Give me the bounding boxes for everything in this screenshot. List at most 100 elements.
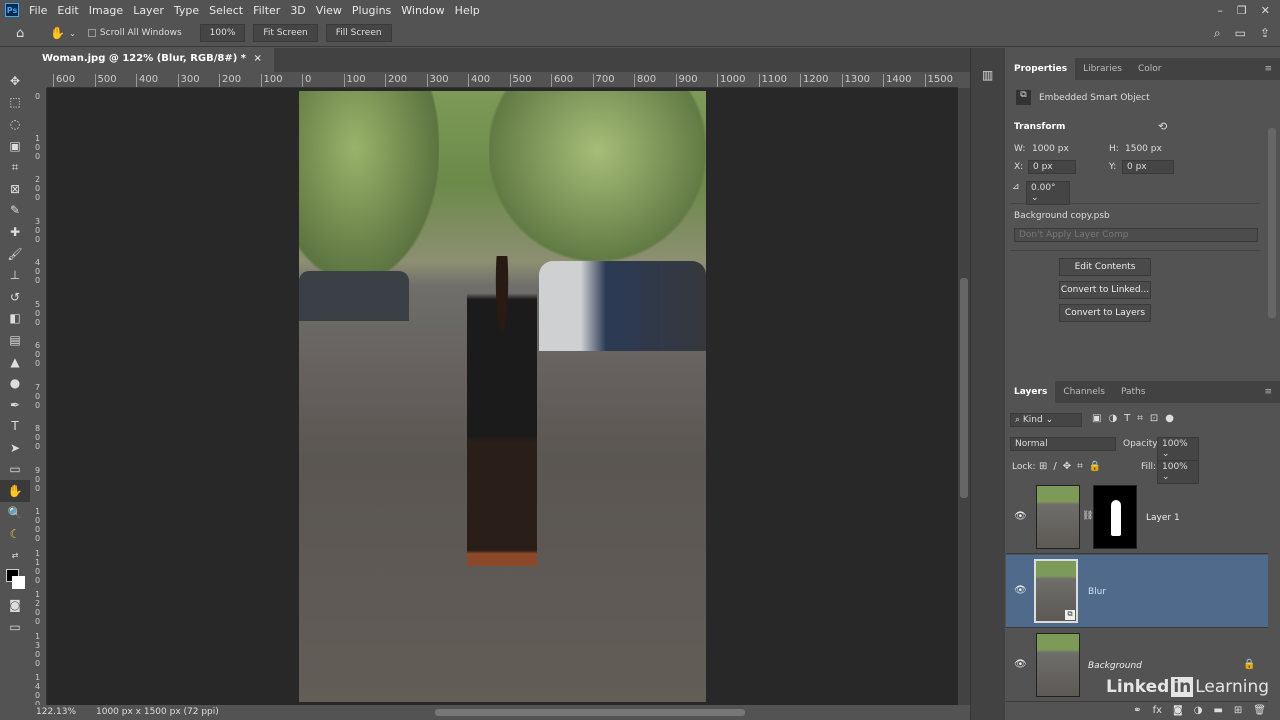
history-brush-icon[interactable]: ↺ <box>0 286 30 308</box>
visibility-eye-icon[interactable]: 👁 <box>1014 659 1027 670</box>
group-folder-icon[interactable]: ▬ <box>1213 705 1222 716</box>
scrollbar-thumb[interactable] <box>960 278 968 498</box>
close-tab-icon[interactable]: × <box>253 53 261 64</box>
banana-icon[interactable]: ☾ <box>0 523 30 545</box>
crop-tool-icon[interactable]: ⌗ <box>0 156 30 178</box>
lock-icons[interactable]: ⊞/✥⌗🔒 <box>1039 461 1107 472</box>
status-doc-info[interactable]: 1000 px x 1500 px (72 ppi) <box>96 707 219 717</box>
path-select-tool-icon[interactable]: ➤ <box>0 437 30 459</box>
minimize-icon[interactable]: – <box>1217 4 1223 17</box>
angle-field[interactable]: 0.00° ⌄ <box>1026 181 1070 205</box>
adjustment-layer-icon[interactable]: ◑ <box>1194 705 1203 716</box>
blur-tool-icon[interactable]: ▲ <box>0 351 30 373</box>
menu-help[interactable]: Help <box>455 4 480 17</box>
color-swatches-icon[interactable] <box>0 567 30 595</box>
blend-mode-select[interactable]: Normal <box>1010 437 1116 451</box>
vertical-scrollbar[interactable] <box>958 88 970 705</box>
tab-layers[interactable]: Layers <box>1006 381 1056 403</box>
opacity-field[interactable]: 100% ⌄ <box>1157 437 1199 461</box>
fill-screen-button[interactable]: Fill Screen <box>325 24 392 42</box>
layer-comp-select[interactable]: Don't Apply Layer Comp <box>1014 228 1258 242</box>
tab-paths[interactable]: Paths <box>1113 381 1153 403</box>
document-image[interactable] <box>299 91 706 702</box>
add-mask-icon[interactable]: ◙ <box>1173 705 1183 716</box>
dodge-tool-icon[interactable]: ● <box>0 372 30 394</box>
menu-image[interactable]: Image <box>89 4 123 17</box>
filter-kind-select[interactable]: ⌕ Kind ⌄ <box>1010 413 1082 427</box>
lasso-tool-icon[interactable]: ◌ <box>0 113 30 135</box>
layer-row-layer-1[interactable]: 👁 ⛓ Layer 1 <box>1006 481 1268 554</box>
edit-contents-button[interactable]: Edit Contents <box>1059 258 1151 276</box>
y-field[interactable]: 0 px <box>1122 160 1174 174</box>
reset-transform-icon[interactable]: ⟲ <box>1158 120 1167 133</box>
history-panel-icon[interactable]: ▥ <box>982 68 993 82</box>
type-tool-icon[interactable]: T <box>0 416 30 438</box>
object-select-tool-icon[interactable]: ▣ <box>0 135 30 157</box>
properties-scrollbar[interactable] <box>1268 128 1276 318</box>
height-value[interactable]: 1500 px <box>1125 144 1162 154</box>
gradient-tool-icon[interactable]: ▤ <box>0 329 30 351</box>
panel-menu-icon[interactable]: ≡ <box>1256 58 1280 80</box>
menu-file[interactable]: File <box>29 4 47 17</box>
brush-tool-icon[interactable]: 🖌 <box>0 243 30 265</box>
menu-layer[interactable]: Layer <box>133 4 164 17</box>
new-layer-icon[interactable]: ⊞ <box>1234 705 1242 716</box>
move-tool-icon[interactable]: ✥ <box>0 70 30 92</box>
hand-tool-icon[interactable]: ✋ <box>50 26 65 40</box>
fx-icon[interactable]: fx <box>1153 705 1162 716</box>
eraser-tool-icon[interactable]: ◧ <box>0 308 30 330</box>
layer-row-blur[interactable]: 👁 ⧉ Blur <box>1006 555 1268 628</box>
visibility-eye-icon[interactable]: 👁 <box>1014 585 1027 596</box>
tab-color[interactable]: Color <box>1130 58 1170 80</box>
layer-mask-thumbnail[interactable] <box>1093 485 1137 549</box>
menu-type[interactable]: Type <box>174 4 199 17</box>
link-layers-icon[interactable]: ⚭ <box>1133 705 1141 716</box>
eyedropper-tool-icon[interactable]: ✎ <box>0 200 30 222</box>
shape-tool-icon[interactable]: ▭ <box>0 459 30 481</box>
screen-mode-icon[interactable]: ▭ <box>0 616 30 638</box>
pen-tool-icon[interactable]: ✒ <box>0 394 30 416</box>
restore-icon[interactable]: ❐ <box>1237 4 1247 17</box>
menu-plugins[interactable]: Plugins <box>352 4 391 17</box>
close-window-icon[interactable]: ✕ <box>1261 4 1270 17</box>
canvas-area[interactable] <box>47 88 958 705</box>
frame-tool-icon[interactable]: ⊠ <box>0 178 30 200</box>
filter-icons[interactable]: ▣◑T⌗⊡● <box>1092 413 1181 424</box>
fit-screen-button[interactable]: Fit Screen <box>253 24 318 42</box>
zoom-tool-icon[interactable]: 🔍 <box>0 502 30 524</box>
tab-properties[interactable]: Properties <box>1006 58 1076 80</box>
home-icon[interactable]: ⌂ <box>16 26 24 41</box>
width-value[interactable]: 1000 px <box>1032 144 1069 154</box>
panel-menu-icon[interactable]: ≡ <box>1256 381 1280 403</box>
menu-window[interactable]: Window <box>401 4 444 17</box>
menu-edit[interactable]: Edit <box>57 4 78 17</box>
menu-3d[interactable]: 3D <box>290 4 305 17</box>
scroll-all-windows-checkbox[interactable] <box>87 29 96 37</box>
hand-tool-icon[interactable]: ✋ <box>0 480 30 502</box>
convert-to-layers-button[interactable]: Convert to Layers <box>1059 304 1151 322</box>
zoom-100-button[interactable]: 100% <box>199 24 246 42</box>
layer-name[interactable]: Background <box>1088 661 1142 671</box>
chevron-down-icon[interactable]: ⌄ <box>69 29 76 38</box>
document-tab[interactable]: Woman.jpg @ 122% (Blur, RGB/8#) * × <box>30 48 274 72</box>
layer-name[interactable]: Layer 1 <box>1146 513 1180 523</box>
visibility-eye-icon[interactable]: 👁 <box>1014 511 1027 522</box>
healing-brush-icon[interactable]: ✚ <box>0 221 30 243</box>
menu-select[interactable]: Select <box>209 4 243 17</box>
search-icon[interactable]: ⌕ <box>1214 26 1221 41</box>
status-zoom[interactable]: 122.13% <box>36 707 76 717</box>
convert-to-linked-button[interactable]: Convert to Linked... <box>1059 281 1151 299</box>
horizontal-scrollbar[interactable] <box>435 709 745 716</box>
swap-colors-icon[interactable]: ⇄ <box>0 545 30 567</box>
menu-view[interactable]: View <box>316 4 342 17</box>
menu-filter[interactable]: Filter <box>253 4 280 17</box>
marquee-tool-icon[interactable]: ⬚ <box>0 92 30 114</box>
tab-channels[interactable]: Channels <box>1055 381 1113 403</box>
workspace-icon[interactable]: ▭ <box>1235 26 1246 41</box>
tab-libraries[interactable]: Libraries <box>1075 58 1130 80</box>
x-field[interactable]: 0 px <box>1028 160 1076 174</box>
delete-layer-icon[interactable]: 🗑 <box>1253 705 1266 716</box>
quick-mask-icon[interactable]: ◙ <box>0 595 30 617</box>
layer-name[interactable]: Blur <box>1088 587 1106 597</box>
share-icon[interactable]: ⇪ <box>1260 26 1270 41</box>
